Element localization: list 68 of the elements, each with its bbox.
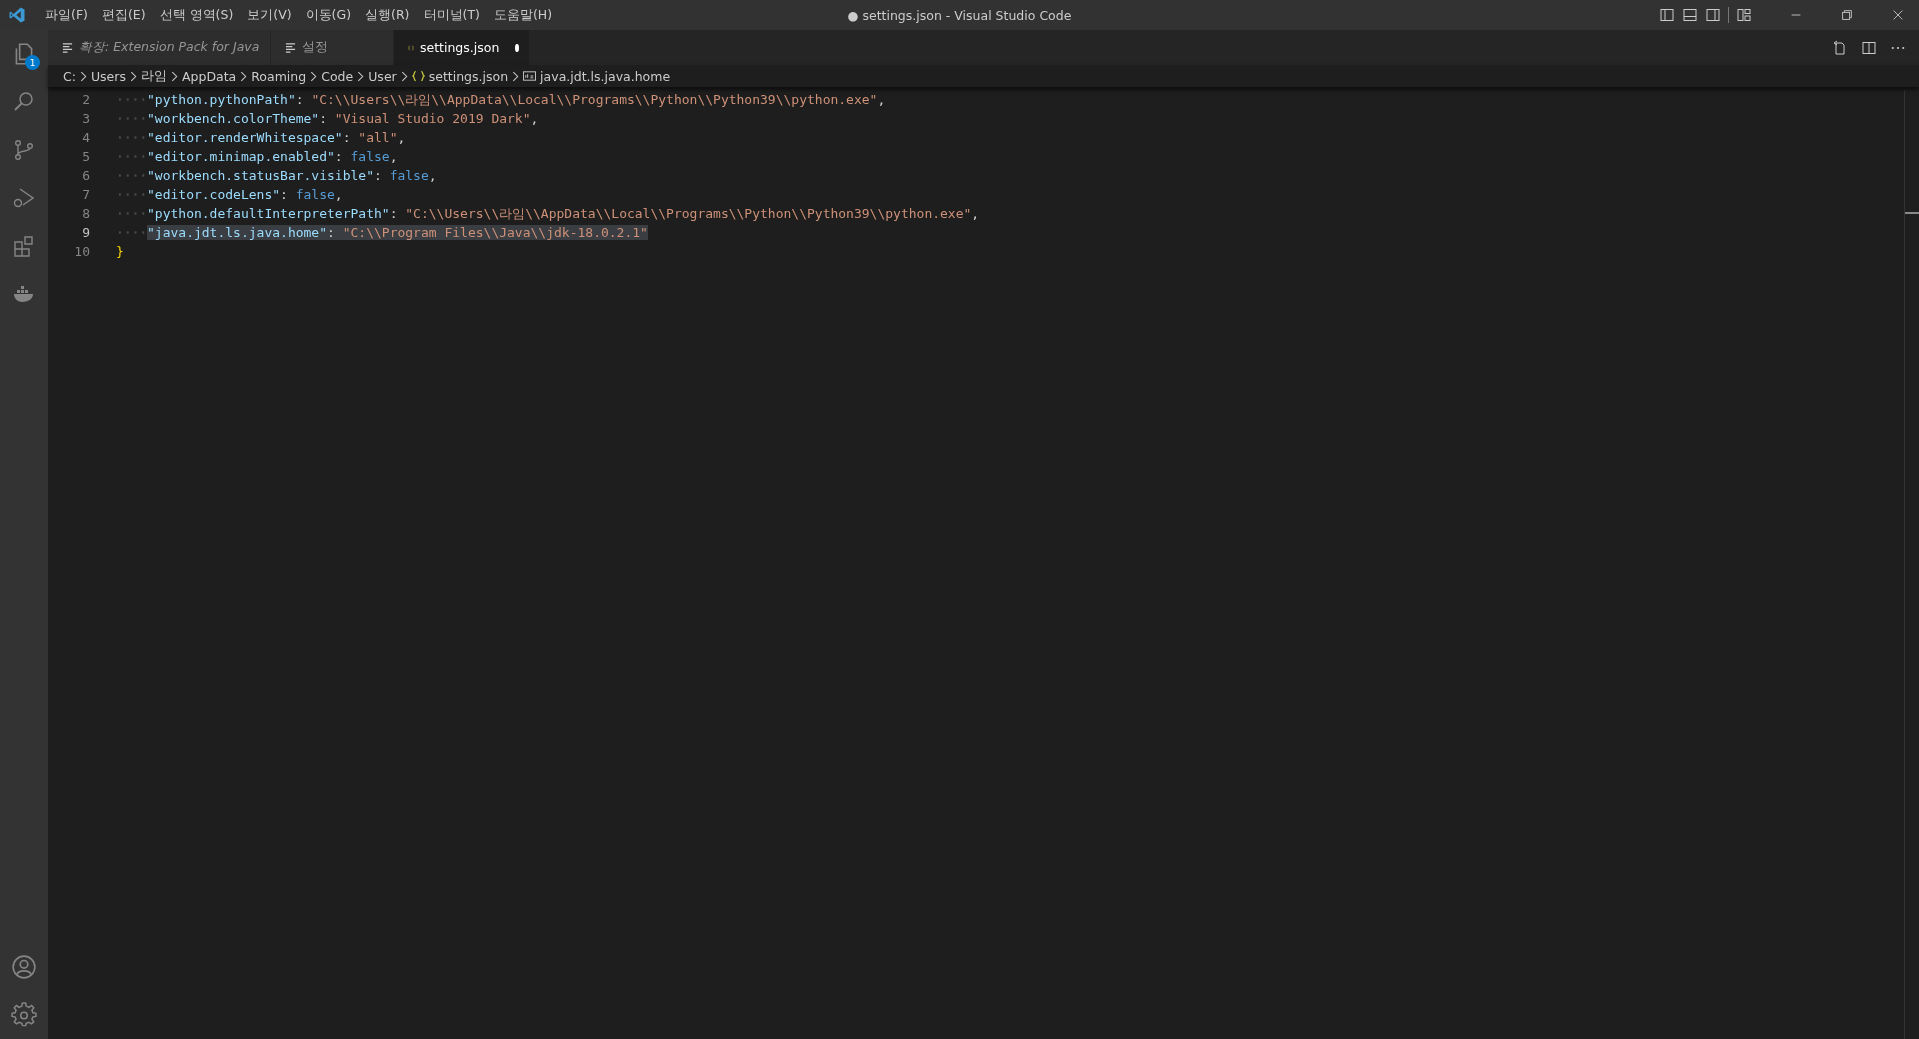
notification-badge: 1 [25,55,40,70]
breadcrumb-item[interactable]: settings.json [428,68,509,84]
toggle-sidebar-icon[interactable] [1659,7,1675,23]
breadcrumb-item[interactable]: 라임 [140,67,167,85]
code-line: "editor.codeLens": false, [147,187,343,202]
restore-icon[interactable] [1840,8,1854,22]
chevron-right-icon [310,70,318,82]
breadcrumb-item[interactable]: User [368,68,397,84]
source-control-icon[interactable] [12,138,36,162]
layout-icon[interactable] [1736,7,1752,23]
code-line: "workbench.statusBar.visible": false, [147,168,437,183]
breadcrumb-item[interactable]: Roaming [251,68,307,84]
unsaved-dot-icon [515,43,519,52]
code-line: "python.defaultInterpreterPath": "C:\\Users\\라임\\AppData\\Local\\Programs\\Python\\Python39\\python.exe", [147,204,980,223]
string-symbol-icon [523,71,537,81]
breadcrumb-item[interactable]: C: [63,68,76,84]
breadcrumb-item[interactable]: Users [90,68,126,84]
toggle-panel-icon[interactable] [1682,7,1698,23]
preview-icon [62,42,73,53]
close-icon[interactable] [1891,8,1905,22]
line-number: 5 [81,149,90,164]
extensions-icon[interactable] [12,234,36,258]
open-changes-icon[interactable] [1831,39,1847,56]
menu-item[interactable]: 터미널(T) [416,6,487,24]
json-braces-icon [411,70,425,82]
chevron-right-icon [129,70,137,82]
chevron-right-icon [512,70,520,82]
chevron-right-icon [240,70,248,82]
menu-item[interactable]: 도움말(H) [486,6,560,24]
line-number: 9 [81,225,90,240]
line-number: 10 [73,244,90,259]
chevron-right-icon [170,70,178,82]
line-number: 2 [81,92,90,107]
breadcrumb-item[interactable]: java.jdt.ls.java.home [540,68,671,84]
settings-icon[interactable] [11,1002,37,1028]
editor-tab[interactable]: 확장: Extension Pack for Java [48,30,271,65]
editor-tab[interactable]: settings.json [394,30,530,65]
run-debug-icon[interactable] [12,186,36,210]
toggle-secondary-sidebar-icon[interactable] [1705,7,1721,23]
line-number: 8 [81,206,90,221]
editor-tab[interactable]: 설정 [271,30,394,65]
line-number: 7 [81,187,90,202]
breadcrumb-item[interactable]: AppData [181,68,237,84]
menu-item[interactable]: 선택 영역(S) [152,6,241,24]
line-number: 6 [81,168,90,183]
app-logo-icon [8,6,26,24]
code-line: "python.pythonPath": "C:\\Users\\라임\\AppData\\Local\\Programs\\Python\\Python39\\python.exe", [147,90,886,109]
code-line: } [116,244,124,259]
line-number: 4 [81,130,90,145]
window-title: ● settings.json - Visual Studio Code [846,7,1073,23]
more-actions-icon[interactable] [1891,45,1905,50]
preview-icon [285,42,296,53]
chevron-right-icon [357,70,365,82]
overview-ruler-mark [1905,212,1919,214]
code-line: "workbench.colorTheme": "Visual Studio 2019 Dark", [147,111,539,126]
menu-item[interactable]: 보기(V) [240,6,299,24]
menu-item[interactable]: 편집(E) [94,6,153,24]
chevron-right-icon [79,70,87,82]
code-line: "editor.renderWhitespace": "all", [147,130,406,145]
code-line: "editor.minimap.enabled": false, [147,149,398,164]
account-icon[interactable] [11,954,37,980]
line-number: 3 [81,111,90,126]
menu-item[interactable]: 실행(R) [358,6,417,24]
breadcrumb-item[interactable]: Code [321,68,354,84]
menu-item[interactable]: 파일(F) [38,6,95,24]
split-editor-icon[interactable] [1861,39,1877,56]
menu-item[interactable]: 이동(G) [298,6,359,24]
chevron-right-icon [400,70,408,82]
